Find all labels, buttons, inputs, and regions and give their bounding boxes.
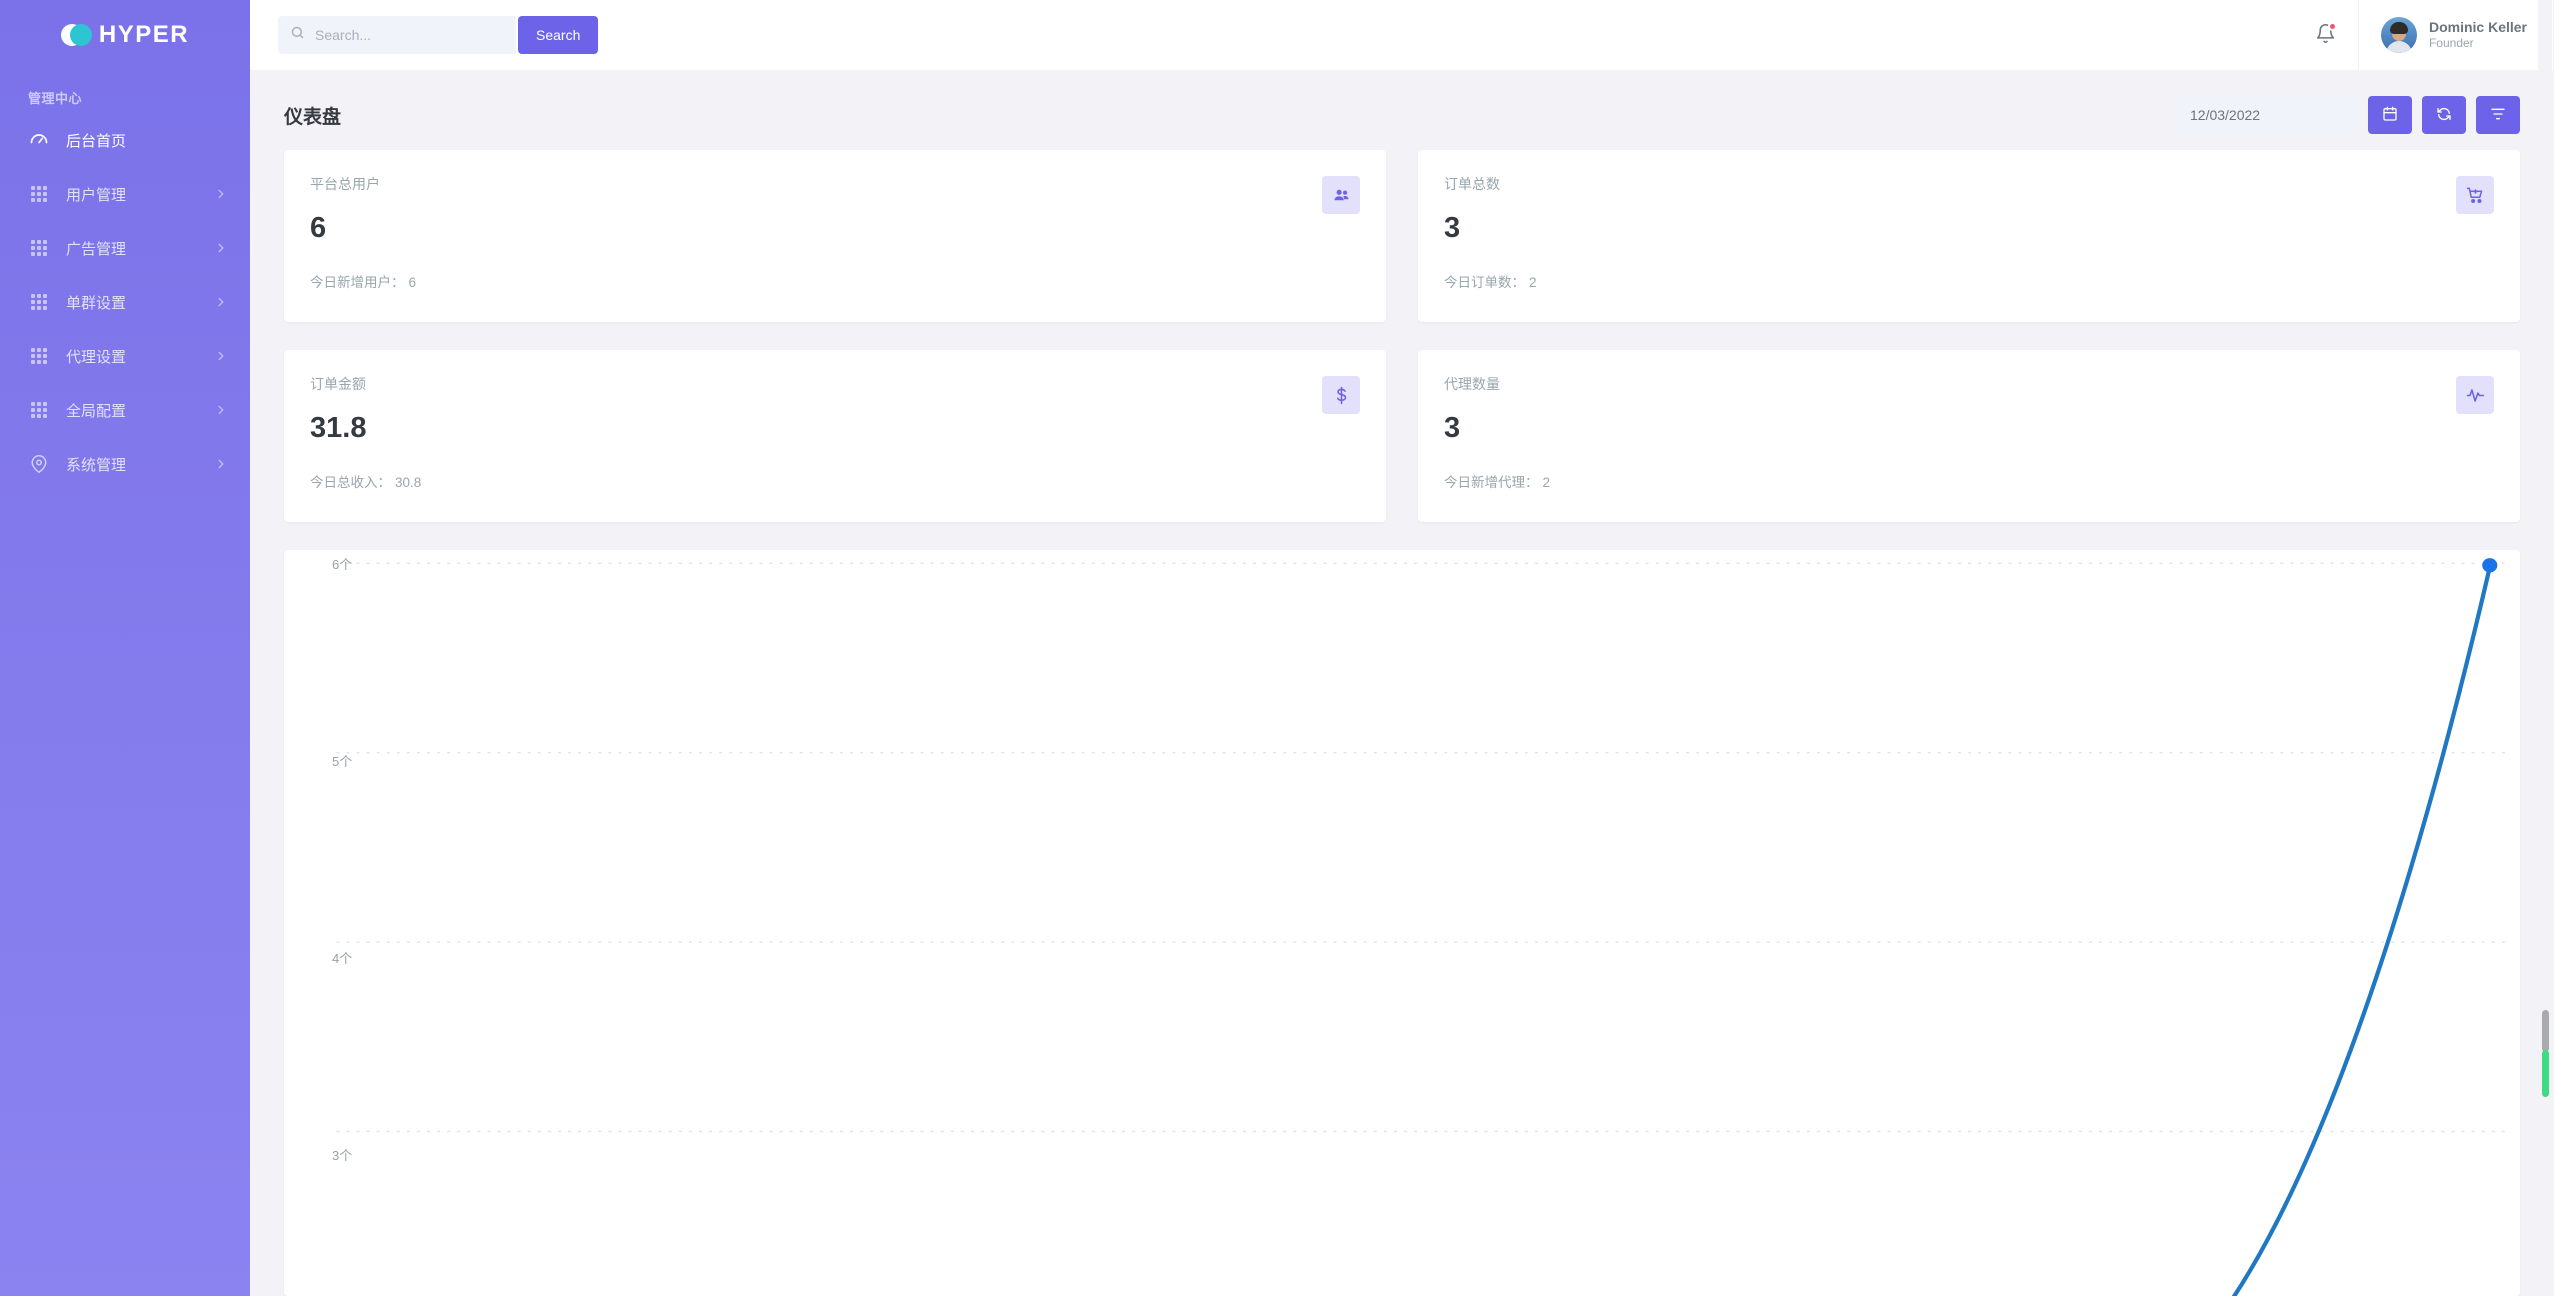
topbar: Search Dom	[250, 0, 2554, 70]
scrollbar-thumb-lower[interactable]	[2542, 1050, 2549, 1097]
sidebar-item-label: 代理设置	[66, 348, 127, 366]
chevron-right-icon	[214, 187, 228, 201]
chart-data-point	[2482, 558, 2498, 573]
sidebar-item-user-management[interactable]: 用户管理	[0, 167, 250, 221]
brand-name: HYPER	[98, 21, 190, 48]
sidebar-nav: 后台首页 用户管理 广告管理 单群设置 代理设置 全局配置 系统管理	[0, 113, 250, 491]
hyper-circles-logo-icon	[60, 21, 92, 49]
user-meta: Dominic Keller Founder	[2429, 19, 2527, 52]
stat-card-total-orders: 订单总数 3 今日订单数： 2	[1418, 150, 2520, 322]
search-button[interactable]: Search	[518, 16, 599, 54]
sidebar-item-system-management[interactable]: 系统管理	[0, 437, 250, 491]
stat-card-sub-label: 今日订单数：	[1444, 275, 1525, 290]
search-input[interactable]	[315, 27, 504, 43]
avatar	[2380, 17, 2417, 53]
date-input[interactable]	[2176, 96, 2358, 134]
stat-card-total-users: 平台总用户 6 今日新增用户： 6	[284, 150, 1386, 322]
dollar-icon	[1322, 376, 1360, 414]
user-role: Founder	[2428, 36, 2474, 51]
stat-card-value: 6	[310, 212, 327, 244]
stat-cards: 平台总用户 6 今日新增用户： 6 订单总数 3 今日订单数： 2 订单金额 3…	[250, 140, 2554, 550]
stat-card-subtext: 今日新增用户： 6	[310, 271, 1360, 291]
stat-card-value: 31.8	[310, 412, 367, 444]
chevron-right-icon	[214, 349, 228, 363]
user-name: Dominic Keller	[2428, 18, 2527, 35]
grid-icon	[28, 237, 50, 259]
chart-canvas	[336, 558, 2505, 1296]
scrollbar-thumb-upper[interactable]	[2542, 1010, 2549, 1052]
calendar-button[interactable]	[2368, 96, 2412, 134]
topbar-right: Dominic Keller Founder	[2294, 0, 2554, 70]
sidebar-item-agent-settings[interactable]: 代理设置	[0, 329, 250, 383]
page-header: 仪表盘	[250, 70, 2554, 140]
stat-card-order-amount: 订单金额 31.8 今日总收入： 30.8	[284, 350, 1386, 522]
stat-card-title: 代理数量	[1444, 376, 1500, 392]
chart-series-line	[2231, 558, 2498, 1296]
stat-card-value: 3	[1444, 412, 1461, 444]
speedometer-icon	[28, 129, 50, 151]
visitors-line-chart[interactable]: 6个 5个 4个 3个	[284, 550, 2520, 1296]
grid-icon	[28, 183, 50, 205]
map-pin-icon	[28, 453, 50, 475]
chevron-right-icon	[214, 457, 228, 471]
notifications-button[interactable]	[2294, 0, 2358, 70]
refresh-button[interactable]	[2422, 96, 2466, 134]
sidebar-item-label: 后台首页	[66, 132, 127, 150]
filter-button[interactable]	[2476, 96, 2520, 134]
brand-logo[interactable]: HYPER	[0, 0, 250, 70]
grid-icon	[28, 291, 50, 313]
grid-icon	[28, 345, 50, 367]
sidebar-heading: 管理中心	[28, 91, 83, 106]
sidebar: HYPER 管理中心 后台首页 用户管理 广告管理 单群设置 代理设置 全局配置…	[0, 0, 250, 1296]
stat-card-sub-value: 30.8	[395, 475, 422, 490]
stat-card-agent-count: 代理数量 3 今日新增代理： 2	[1418, 350, 2520, 522]
users-icon	[1322, 176, 1360, 214]
stat-card-value: 3	[1444, 212, 1461, 244]
refresh-icon	[2436, 106, 2452, 125]
page-toolbar	[2176, 96, 2520, 134]
sidebar-item-dashboard[interactable]: 后台首页	[0, 113, 250, 167]
stat-card-subtext: 今日总收入： 30.8	[310, 471, 1360, 491]
activity-pulse-icon	[2456, 376, 2494, 414]
shopping-cart-icon	[2456, 176, 2494, 214]
stat-card-subtext: 今日订单数： 2	[1444, 271, 2494, 291]
page-scrollbar[interactable]	[2538, 0, 2552, 1296]
search-icon	[290, 25, 305, 45]
sidebar-item-label: 广告管理	[66, 240, 127, 258]
app-root: HYPER 管理中心 后台首页 用户管理 广告管理 单群设置 代理设置 全局配置…	[0, 0, 2554, 1296]
sidebar-item-label: 用户管理	[66, 186, 127, 204]
main-content: Search Dom	[250, 0, 2554, 1296]
sidebar-item-group-settings[interactable]: 单群设置	[0, 275, 250, 329]
stat-card-sub-value: 2	[1529, 275, 1537, 290]
page-title: 仪表盘	[284, 106, 342, 128]
stat-card-title: 订单总数	[1444, 176, 1500, 192]
chart-gridlines	[336, 562, 2505, 1133]
stat-card-sub-label: 今日新增用户：	[310, 275, 405, 290]
stat-card-sub-label: 今日总收入：	[310, 475, 391, 490]
stat-card-sub-value: 6	[408, 275, 417, 290]
calendar-icon	[2382, 106, 2398, 125]
notification-unread-dot	[2327, 22, 2337, 31]
user-menu[interactable]: Dominic Keller Founder	[2357, 0, 2554, 70]
stat-card-title: 订单金额	[310, 376, 366, 392]
chevron-right-icon	[214, 295, 228, 309]
filter-icon	[2490, 106, 2506, 125]
sidebar-item-label: 系统管理	[66, 456, 127, 474]
search-area: Search	[278, 16, 599, 54]
grid-icon	[28, 399, 50, 421]
chevron-right-icon	[214, 241, 228, 255]
stat-card-sub-label: 今日新增代理：	[1444, 475, 1539, 490]
sidebar-item-global-config[interactable]: 全局配置	[0, 383, 250, 437]
stat-card-subtext: 今日新增代理： 2	[1444, 471, 2494, 491]
sidebar-item-label: 单群设置	[66, 294, 127, 312]
search-box[interactable]	[278, 16, 516, 54]
stat-card-sub-value: 2	[1542, 475, 1551, 490]
stat-card-title: 平台总用户	[310, 176, 380, 192]
chevron-right-icon	[214, 403, 228, 417]
sidebar-item-ad-management[interactable]: 广告管理	[0, 221, 250, 275]
sidebar-item-label: 全局配置	[66, 402, 127, 420]
